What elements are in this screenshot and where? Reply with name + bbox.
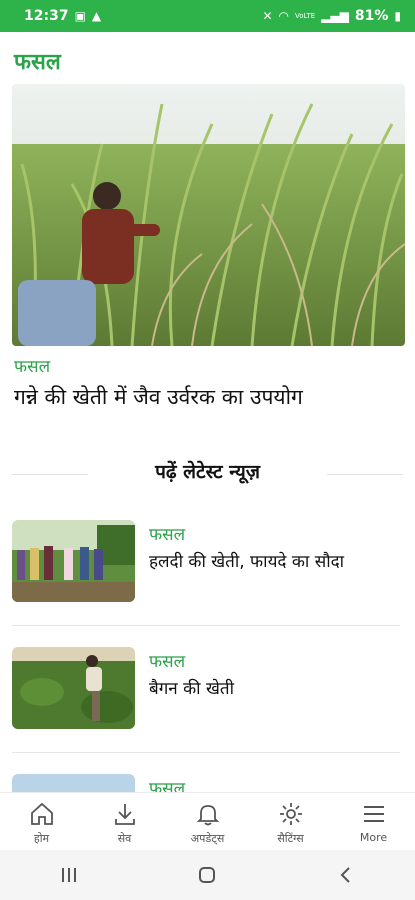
download-icon bbox=[110, 799, 140, 829]
nav-settings[interactable]: सैटिंग्स bbox=[249, 793, 332, 846]
news-divider bbox=[12, 752, 400, 753]
news-title[interactable]: बैगन की खेती bbox=[149, 676, 389, 703]
gear-icon bbox=[276, 799, 306, 829]
bell-icon bbox=[193, 799, 223, 829]
bottom-navigation: होम सेव अपडेट्स सैटिंग्स More bbox=[0, 792, 415, 851]
home-button[interactable] bbox=[177, 855, 237, 895]
battery-level: 81% bbox=[354, 8, 389, 24]
back-button[interactable] bbox=[316, 855, 376, 895]
hero-image[interactable] bbox=[12, 84, 405, 346]
status-bar: 12:37 ▣ ▲ ✕ ◠ VoLTE ▂▄▆ 81% ▮ bbox=[0, 0, 415, 32]
nav-label: सैटिंग्स bbox=[277, 832, 304, 845]
battery-icon: ▮ bbox=[394, 9, 401, 23]
nav-save[interactable]: सेव bbox=[83, 793, 166, 846]
menu-icon bbox=[359, 799, 389, 829]
nav-updates[interactable]: अपडेट्स bbox=[166, 793, 249, 846]
latest-news-heading: पढ़ें लेटेस्ट न्यूज़ bbox=[155, 461, 260, 483]
image-notification-icon: ▣ bbox=[74, 9, 86, 23]
section-title: फसल bbox=[14, 50, 61, 75]
warning-icon: ▲ bbox=[91, 9, 102, 23]
news-category: फसल bbox=[149, 525, 186, 545]
nav-more[interactable]: More bbox=[332, 793, 415, 844]
status-time: 12:37 bbox=[24, 8, 69, 24]
nav-label: अपडेट्स bbox=[190, 832, 225, 845]
news-thumbnail bbox=[12, 647, 135, 729]
news-thumbnail bbox=[12, 520, 135, 602]
news-category: फसल bbox=[149, 652, 186, 672]
recent-apps-button[interactable] bbox=[39, 855, 99, 895]
wifi-icon: ◠ bbox=[278, 9, 290, 23]
news-title[interactable]: हलदी की खेती, फायदे का सौदा bbox=[149, 549, 389, 576]
hero-category: फसल bbox=[14, 357, 51, 377]
nav-home[interactable]: होम bbox=[0, 793, 83, 846]
news-card[interactable]: फसल बैगन की खेती bbox=[0, 647, 415, 757]
system-navigation bbox=[0, 850, 415, 900]
news-card[interactable]: फसल हलदी की खेती, फायदे का सौदा bbox=[0, 520, 415, 630]
news-divider bbox=[12, 625, 400, 626]
hero-title[interactable]: गन्ने की खेती में जैव उर्वरक का उपयोग bbox=[14, 383, 404, 411]
volte-icon: VoLTE bbox=[295, 11, 316, 20]
nav-label: सेव bbox=[117, 832, 132, 845]
nav-label: More bbox=[359, 831, 388, 844]
mute-icon: ✕ bbox=[262, 9, 273, 23]
signal-icon: ▂▄▆ bbox=[321, 9, 349, 23]
nav-label: होम bbox=[33, 832, 50, 845]
home-icon bbox=[27, 799, 57, 829]
